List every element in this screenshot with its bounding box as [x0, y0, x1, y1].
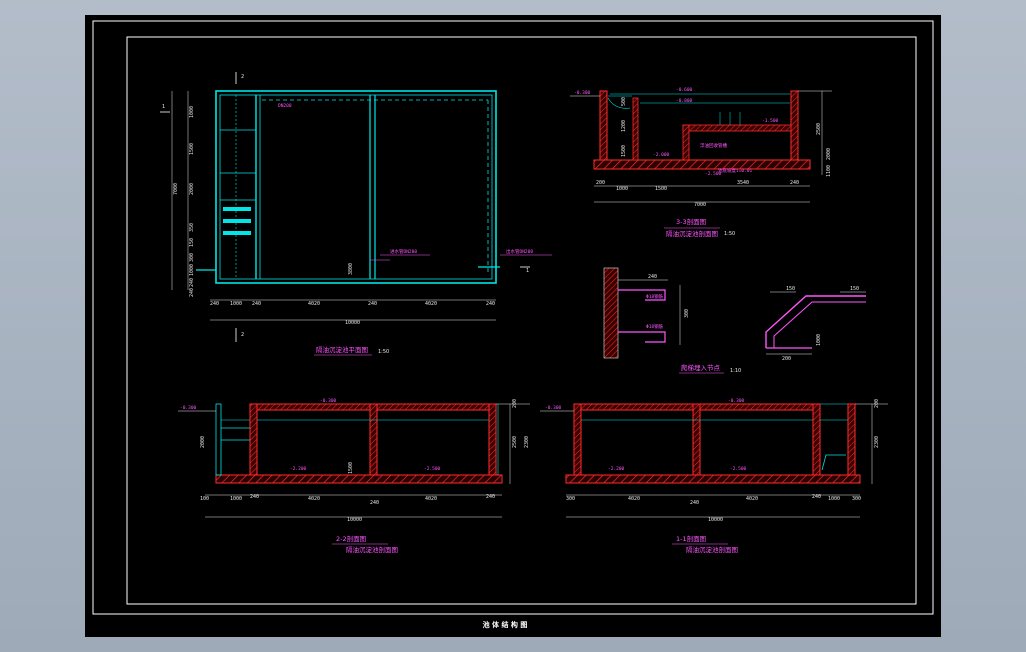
detail-dim-4: 150 [850, 286, 859, 292]
plan-scale: 1:50 [378, 349, 389, 355]
detail-dim-2: 300 [684, 309, 690, 318]
plan-dim-bottom-5: 240 [368, 301, 377, 307]
plan-dim-bottom-1: 240 [210, 301, 219, 307]
s2-dim-7: 240 [486, 494, 495, 500]
plan-dim-left-2: 1500 [189, 143, 195, 155]
s2-dim-2: 1000 [230, 496, 242, 502]
plan-dim-total-height: 7000 [173, 183, 179, 195]
plan-dim-left-1: 1000 [189, 106, 195, 118]
s2-dim-5: 240 [370, 500, 379, 506]
s1-dim-2: 4020 [628, 496, 640, 502]
s3-elev-5: -2.000 [653, 152, 670, 158]
s3-elev-2: -0.600 [676, 87, 693, 93]
plan-dim-left-7: 1000 [189, 264, 195, 276]
s2-dim-r3: 2300 [524, 436, 530, 448]
plan-note-outlet: 出水管DN200 [506, 248, 533, 255]
plan-title: 隔油沉淀池平面图 [316, 345, 368, 354]
plan-note-3800: 3800 [348, 263, 354, 275]
plan-dim-bottom-6: 4020 [425, 301, 437, 307]
plan-dim-bottom-4: 4020 [308, 301, 320, 307]
s3-dim-l1: 500 [621, 97, 627, 106]
plan-note-inlet: 进水管DN200 [390, 248, 417, 255]
detail-label-1: Φ18钢筋 [646, 293, 664, 300]
s2-dim-3: 240 [250, 494, 259, 500]
s1-dim-r1: 200 [874, 399, 880, 408]
detail-scale: 1:10 [730, 368, 741, 374]
s2-dim-r2: 2500 [512, 436, 518, 448]
plan-dim-left-5: 150 [189, 238, 195, 247]
plan-dim-total: 10000 [345, 320, 360, 326]
s3-dim-3: 1500 [655, 186, 667, 192]
s2-mid-dim: 1500 [348, 462, 354, 474]
plan-section-mark-1a: 1 [162, 104, 165, 110]
s2-dim-l1: 2000 [200, 436, 206, 448]
s3-subtitle: 隔油沉淀池剖面图 [666, 229, 718, 238]
s3-elev-1: -0.300 [574, 90, 591, 96]
s1-elev-2: -0.300 [728, 398, 745, 404]
s3-dim-4: 3540 [737, 180, 749, 186]
s1-elev-1: -0.300 [545, 405, 562, 411]
cad-viewport: 池 体 结 构 图 2 2 1 1 240 1000 240 4020 240 … [0, 0, 1026, 652]
s2-elev-1: -0.300 [180, 405, 197, 411]
s3-elev-3: -0.800 [676, 98, 693, 104]
s3-dim-l2: 1200 [621, 120, 627, 132]
s1-dim-1: 300 [566, 496, 575, 502]
s1-dim-4: 4020 [746, 496, 758, 502]
s3-dim-1: 200 [596, 180, 605, 186]
s3-dim-r2: 2000 [826, 148, 832, 160]
s2-dim-1: 100 [200, 496, 209, 502]
s2-title: 2-2剖面图 [336, 534, 366, 543]
s3-dim-r3: 1100 [826, 165, 832, 177]
s1-elev-4: -2.500 [730, 466, 747, 472]
s1-dim-7: 300 [852, 496, 861, 502]
s3-dim-5: 240 [790, 180, 799, 186]
plan-dim-bottom-7: 240 [486, 301, 495, 307]
s2-elev-3: -2.200 [290, 466, 307, 472]
s1-elev-3: -2.200 [608, 466, 625, 472]
drawing-sheet: 池 体 结 构 图 2 2 1 1 240 1000 240 4020 240 … [85, 15, 941, 637]
detail-label-2: Φ18钢筋 [646, 323, 664, 330]
s2-subtitle: 隔油沉淀池剖面图 [346, 545, 398, 554]
detail-title: 爬梯埋入节点 [681, 363, 721, 372]
s2-dim-r1: 200 [512, 399, 518, 408]
s1-title: 1-1剖面图 [676, 534, 706, 543]
plan-dim-left-6: 300 [189, 253, 195, 262]
s3-elev-4: -1.500 [762, 118, 779, 124]
plan-section-mark-2a: 2 [241, 74, 244, 80]
s1-subtitle: 隔油沉淀池剖面图 [686, 545, 738, 554]
plan-dim-left-3: 2000 [189, 183, 195, 195]
s1-dim-6: 1000 [828, 496, 840, 502]
sheet-title: 池 体 结 构 图 [483, 620, 528, 629]
s3-dim-l3: 1500 [621, 145, 627, 157]
s1-dim-3: 240 [690, 500, 699, 506]
plan-section-mark-2b: 2 [241, 332, 244, 338]
plan-dim-bottom-2: 1000 [230, 301, 242, 307]
s2-elev-4: -2.500 [424, 466, 441, 472]
s3-dim-total: 7000 [694, 202, 706, 208]
s2-elev-2: -0.300 [320, 398, 337, 404]
s1-dim-r2: 2300 [874, 436, 880, 448]
plan-section-mark-1b: 1 [526, 268, 529, 274]
s3-dim-2: 1000 [616, 186, 628, 192]
plan-note-dn200: DN200 [278, 103, 292, 109]
detail-dim-5: 200 [782, 356, 791, 362]
s1-dim-5: 240 [812, 494, 821, 500]
s3-note: 浮油回收管槽 [700, 142, 727, 149]
s3-dim-r1: 2500 [816, 123, 822, 135]
detail-dim-1: 240 [648, 274, 657, 280]
s3-title: 3-3剖面图 [676, 217, 706, 226]
sheet-paper [85, 15, 941, 637]
detail-dim-6: 1000 [816, 334, 822, 346]
plan-dim-bottom-3: 240 [252, 301, 261, 307]
plan-dim-left-9: 240 [189, 288, 195, 297]
s3-scale: 1:50 [724, 231, 735, 237]
plan-dim-left-8: 240 [189, 278, 195, 287]
s1-dim-total: 10000 [708, 517, 723, 523]
s2-dim-4: 4020 [308, 496, 320, 502]
s2-dim-6: 4020 [425, 496, 437, 502]
s3-note2: 池底坡度i=0.01 [718, 167, 753, 174]
detail-dim-3: 150 [786, 286, 795, 292]
s2-dim-total: 10000 [347, 517, 362, 523]
plan-dim-left-4: 350 [189, 223, 195, 232]
